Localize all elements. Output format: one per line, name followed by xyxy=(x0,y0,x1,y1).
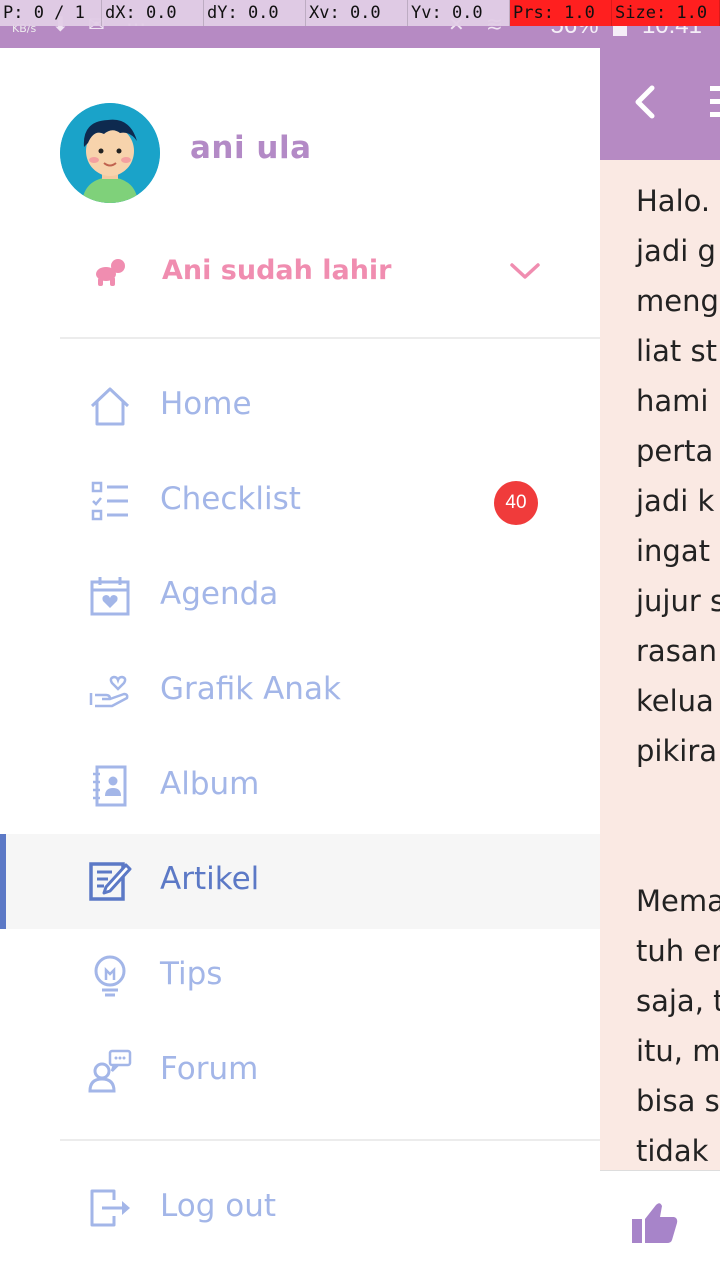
debug-pointer: P: 0 / 1 xyxy=(0,0,102,26)
menu-label: Home xyxy=(160,386,252,422)
menu-label: Album xyxy=(160,766,260,802)
article-bottom-bar xyxy=(600,1170,720,1280)
menu-label: Forum xyxy=(160,1051,259,1087)
menu-item-grafik-anak[interactable]: Grafik Anak xyxy=(0,644,600,739)
menu-item-tips[interactable]: Tips xyxy=(0,929,600,1024)
logout-button[interactable]: Log out xyxy=(0,1161,600,1256)
chevron-down-icon[interactable] xyxy=(508,260,542,282)
article-text-line: ingat xyxy=(636,534,710,568)
debug-dx: dX: 0.0 xyxy=(102,0,204,26)
article-edit-icon xyxy=(89,862,132,901)
lightbulb-icon xyxy=(94,955,126,997)
menu-label: Grafik Anak xyxy=(160,671,341,707)
menu-item-agenda[interactable]: Agenda xyxy=(0,549,600,644)
article-text-line: pikira xyxy=(636,734,718,768)
article-text-line: kelua xyxy=(636,684,714,718)
navigation-drawer: ani ula Ani sudah lahir Home Checklist 4… xyxy=(0,48,600,1280)
article-text-line: liat st xyxy=(636,334,717,368)
article-text-line: tuh er xyxy=(636,934,720,968)
article-body: Halo. jadi g meng liat st hami perta jadi k ing… xyxy=(636,176,720,1176)
menu-item-home[interactable]: Home xyxy=(0,359,600,454)
child-selector[interactable]: Ani sudah lahir xyxy=(90,248,550,298)
menu-label: Agenda xyxy=(160,576,279,612)
calendar-heart-icon xyxy=(90,577,130,616)
hand-heart-icon xyxy=(89,675,129,708)
debug-dy: dY: 0.0 xyxy=(204,0,306,26)
home-icon xyxy=(90,387,130,426)
article-text-line: jadi g xyxy=(636,234,716,268)
article-text-line: hami xyxy=(636,384,709,418)
debug-yv: Yv: 0.0 xyxy=(408,0,510,26)
article-text-line: rasan xyxy=(636,634,717,668)
menu-item-artikel[interactable]: Artikel xyxy=(0,834,600,929)
album-icon xyxy=(93,765,127,807)
menu-item-album[interactable]: Album xyxy=(0,739,600,834)
article-text-line: saja, t xyxy=(636,984,720,1018)
divider xyxy=(60,1139,600,1141)
logout-icon xyxy=(90,1189,130,1227)
article-text-line: jujur s xyxy=(636,584,720,618)
article-text-line: tidak xyxy=(636,1134,709,1168)
baby-crawling-icon xyxy=(96,259,125,286)
child-status-label: Ani sudah lahir xyxy=(162,255,392,286)
menu-item-checklist[interactable]: Checklist 40 xyxy=(0,454,600,549)
menu-label: Tips xyxy=(160,956,223,992)
article-text-line: Halo. xyxy=(636,184,711,218)
article-toolbar xyxy=(600,48,720,160)
avatar[interactable] xyxy=(60,103,160,203)
divider xyxy=(60,337,600,339)
menu-label: Artikel xyxy=(160,861,260,897)
checklist-icon xyxy=(91,481,128,521)
article-text-line: perta xyxy=(636,434,714,468)
article-text-line: bisa s xyxy=(636,1084,720,1118)
boy-avatar-icon xyxy=(60,103,160,203)
menu-label: Checklist xyxy=(160,481,301,517)
debug-xv: Xv: 0.0 xyxy=(306,0,408,26)
article-text-line: meng xyxy=(636,284,719,318)
back-arrow-icon[interactable] xyxy=(626,78,666,126)
article-text-line: jadi k xyxy=(636,484,715,518)
article-screen: Halo. jadi g meng liat st hami perta jadi k ing… xyxy=(600,48,720,1280)
forum-icon xyxy=(88,1049,132,1093)
pointer-debug-overlay: P: 0 / 1 dX: 0.0 dY: 0.0 Xv: 0.0 Yv: 0.0… xyxy=(0,0,720,26)
debug-size: Size: 1.0 xyxy=(612,0,720,26)
article-text-line: itu, m xyxy=(636,1034,720,1068)
menu-item-forum[interactable]: Forum xyxy=(0,1024,600,1119)
thumbs-up-icon[interactable] xyxy=(630,1201,678,1245)
user-name[interactable]: ani ula xyxy=(190,130,312,166)
logout-label: Log out xyxy=(160,1188,276,1224)
debug-pressure: Prs: 1.0 xyxy=(510,0,612,26)
checklist-count-badge: 40 xyxy=(494,481,538,525)
menu-icon[interactable] xyxy=(710,86,720,125)
article-text-line: Mema xyxy=(636,884,720,918)
